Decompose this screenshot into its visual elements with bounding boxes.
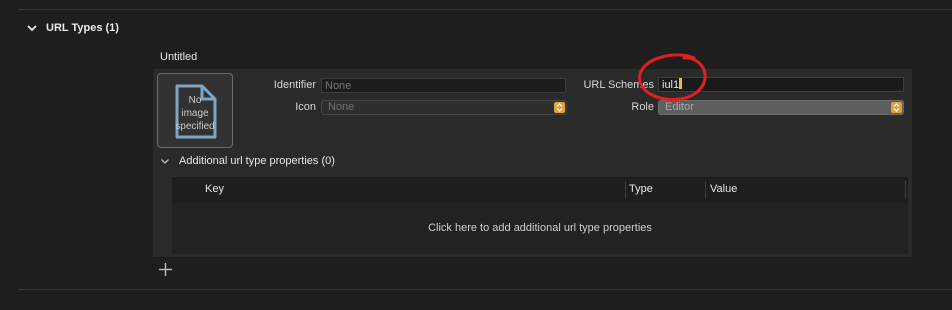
role-label: Role	[631, 101, 654, 113]
column-divider	[625, 181, 626, 199]
identifier-field[interactable]	[321, 78, 566, 93]
image-well[interactable]: No image specified	[157, 73, 233, 148]
url-type-title: Untitled	[160, 51, 198, 63]
text-cursor	[679, 78, 683, 89]
role-popup-value: Editor	[665, 101, 694, 113]
plus-icon[interactable]	[158, 262, 173, 277]
icon-popup[interactable]: None	[321, 100, 567, 115]
additional-properties-title: Additional url type properties (0)	[179, 155, 335, 167]
popup-stepper-icon	[891, 102, 902, 113]
role-popup[interactable]: Editor	[658, 100, 904, 115]
column-divider	[705, 181, 706, 199]
column-header-type[interactable]: Type	[629, 183, 653, 195]
bottom-divider	[18, 289, 952, 290]
section-title: URL Types (1)	[46, 22, 119, 34]
popup-stepper-icon	[554, 102, 565, 113]
icon-label: Icon	[295, 101, 316, 113]
chevron-down-icon[interactable]	[26, 22, 38, 34]
identifier-label: Identifier	[273, 79, 316, 91]
no-image-line-2: image	[181, 108, 209, 119]
column-header-value[interactable]: Value	[710, 183, 737, 195]
no-image-label: No image specified	[158, 94, 232, 133]
table-header: Key Type Value	[172, 177, 908, 203]
no-image-line-3: specified	[175, 121, 215, 132]
url-types-section-header[interactable]: URL Types (1)	[26, 22, 119, 34]
url-schemes-label: URL Schemes	[583, 79, 654, 91]
chevron-down-icon[interactable]	[160, 156, 170, 166]
url-schemes-field[interactable]: iul1	[658, 77, 904, 92]
top-divider	[18, 9, 952, 10]
no-image-line-1: No	[188, 95, 202, 106]
additional-properties-table: Key Type Value Click here to add additio…	[172, 177, 908, 254]
add-property-placeholder[interactable]: Click here to add additional url type pr…	[172, 222, 908, 234]
url-schemes-value: iul1	[662, 79, 680, 91]
icon-popup-value: None	[328, 101, 355, 113]
additional-properties-header[interactable]: Additional url type properties (0)	[160, 155, 335, 167]
column-divider	[905, 181, 906, 199]
column-header-key[interactable]: Key	[205, 183, 224, 195]
